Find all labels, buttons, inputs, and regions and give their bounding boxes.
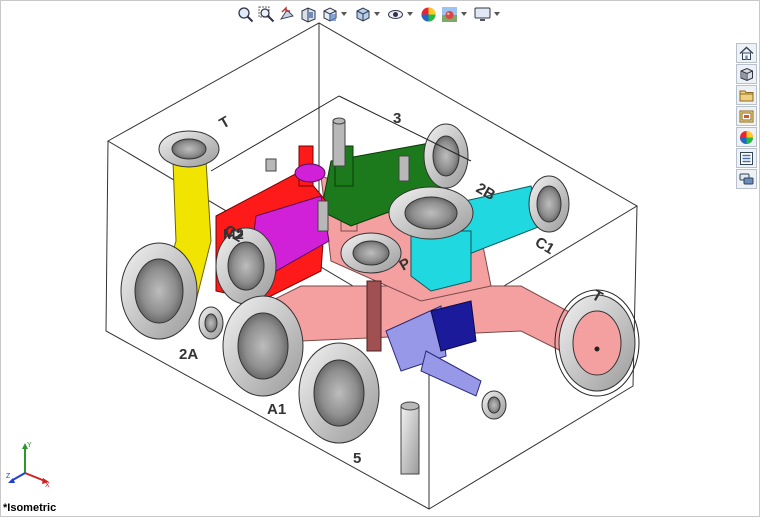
triad-z-label: Z (6, 473, 11, 480)
port-label: 2A (179, 346, 198, 363)
triad-x-label: X (45, 482, 50, 487)
manifold-model[interactable]: T 3 2B C1 P C2 M2 2A A1 5 T (1, 1, 760, 518)
view-orientation-label: *Isometric (3, 502, 57, 514)
passage-brown (366, 280, 382, 352)
port-label: T (217, 113, 233, 132)
port-label: C1 (532, 234, 557, 258)
port-label: M2 (223, 226, 244, 243)
port-label: 3 (393, 110, 401, 127)
port-label: 5 (353, 450, 361, 467)
port-label: A1 (267, 401, 286, 418)
graphics-area[interactable]: T 3 2B C1 P C2 M2 2A A1 5 T Y X Z *Isome… (0, 0, 760, 517)
triad-y-label: Y (27, 442, 32, 449)
reference-triad: Y X Z (6, 442, 50, 487)
